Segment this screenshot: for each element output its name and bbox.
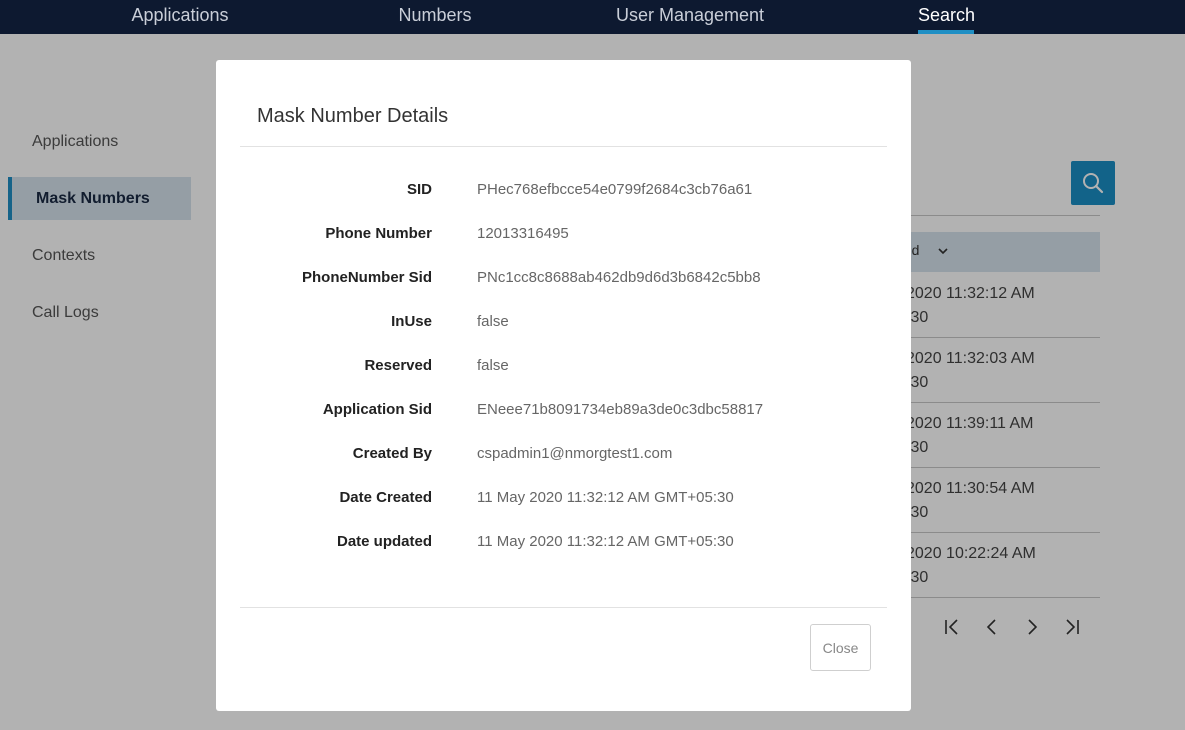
nav-tab-applications[interactable]: Applications (120, 0, 240, 34)
nav-tab-user-management[interactable]: User Management (610, 0, 770, 34)
divider (240, 146, 887, 147)
field-label-date-updated: Date updated (336, 533, 432, 550)
nav-tab-numbers[interactable]: Numbers (385, 0, 485, 34)
field-value-application-sid: ENeee71b8091734eb89a3de0c3dbc58817 (477, 401, 764, 418)
field-label-reserved: Reserved (364, 357, 432, 374)
field-label-inuse: InUse (391, 313, 432, 330)
dialog-title: Mask Number Details (257, 105, 449, 127)
mask-number-details-dialog: Mask Number Details SID PHec768efbcce54e… (216, 60, 911, 711)
close-button[interactable]: Close (810, 624, 871, 671)
field-value-date-created: 11 May 2020 11:32:12 AM GMT+05:30 (477, 489, 734, 506)
field-label-date-created: Date Created (339, 489, 432, 506)
field-value-inuse: false (477, 313, 509, 330)
field-value-date-updated: 11 May 2020 11:32:12 AM GMT+05:30 (477, 533, 734, 550)
field-label-phonenumber-sid: PhoneNumber Sid (301, 269, 432, 286)
field-value-sid: PHec768efbcce54e0799f2684c3cb76a61 (477, 181, 753, 198)
field-label-sid: SID (406, 181, 432, 198)
top-navigation: Applications Numbers User Management Sea… (0, 0, 1185, 34)
field-label-phone-number: Phone Number (325, 225, 432, 242)
field-value-phonenumber-sid: PNc1cc8c8688ab462db9d6d3b6842c5bb8 (477, 269, 761, 286)
nav-tab-search[interactable]: Search (918, 0, 975, 34)
field-label-application-sid: Application Sid (322, 401, 432, 418)
field-label-created-by: Created By (352, 445, 432, 462)
field-value-reserved: false (477, 357, 509, 374)
field-value-created-by: cspadmin1@nmorgtest1.com (477, 445, 673, 462)
divider (240, 607, 887, 608)
field-value-phone-number: 12013316495 (477, 225, 569, 242)
